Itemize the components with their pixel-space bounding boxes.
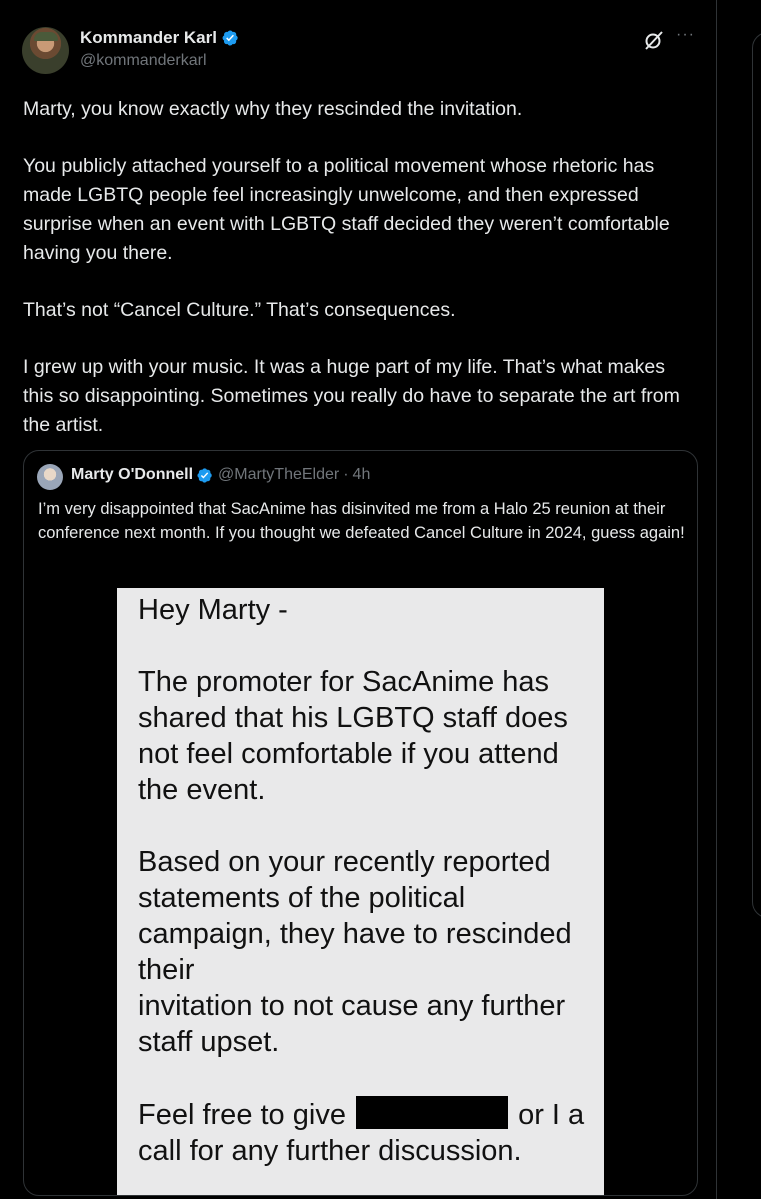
letter-screenshot-image[interactable]: Hey Marty - The promoter for SacAnime ha… bbox=[117, 588, 604, 1195]
separator-dot: · bbox=[343, 466, 349, 483]
quoted-author-avatar[interactable] bbox=[37, 464, 63, 490]
letter-line: Based on your recently reported statemen… bbox=[138, 846, 572, 986]
letter-paragraph: The promoter for SacAnime has shared tha… bbox=[138, 666, 568, 806]
tweet-paragraph: Marty, you know exactly why they rescind… bbox=[23, 98, 523, 120]
author-handle[interactable]: @kommanderkarl bbox=[80, 52, 207, 70]
quoted-tweet-header: Marty O'Donnell @MartyTheElder · 4h bbox=[71, 466, 370, 484]
tweet-paragraph: I grew up with your music. It was a huge… bbox=[23, 356, 680, 436]
redaction-bar bbox=[356, 1096, 509, 1129]
grok-icon[interactable] bbox=[643, 29, 665, 51]
letter-text-fragment: call for any further discussion. bbox=[138, 1135, 522, 1167]
verified-badge-icon bbox=[221, 29, 239, 47]
quoted-author-handle[interactable]: @MartyTheElder bbox=[218, 466, 339, 484]
letter-text-fragment: or I a bbox=[518, 1099, 585, 1131]
letter-paragraph: Based on your recently reported statemen… bbox=[138, 844, 598, 1060]
author-display-name[interactable]: Kommander Karl bbox=[80, 28, 217, 48]
tweet-paragraph: That’s not “Cancel Culture.” That’s cons… bbox=[23, 298, 456, 321]
verified-badge-icon bbox=[196, 467, 213, 484]
tweet-text: Marty, you know exactly why they rescind… bbox=[23, 95, 693, 468]
letter-text: Hey Marty - The promoter for SacAnime ha… bbox=[138, 592, 598, 1195]
tweet[interactable]: Kommander Karl @kommanderkarl ··· Marty,… bbox=[0, 0, 716, 1199]
more-options-icon[interactable]: ··· bbox=[676, 26, 695, 44]
letter-line: invitation to not cause any further staf… bbox=[138, 990, 566, 1058]
letter-text-fragment: Feel free to give bbox=[138, 1099, 346, 1131]
sidebar-card-edge bbox=[752, 32, 761, 918]
letter-paragraph: Feel free to give or I a call for any fu… bbox=[138, 1096, 598, 1169]
quoted-author-name[interactable]: Marty O'Donnell bbox=[71, 466, 193, 484]
author-name-row: Kommander Karl bbox=[80, 28, 239, 48]
quoted-tweet-time[interactable]: 4h bbox=[353, 466, 371, 484]
quoted-tweet[interactable]: Marty O'Donnell @MartyTheElder · 4h I’m … bbox=[23, 450, 698, 1196]
letter-greeting: Hey Marty - bbox=[138, 594, 288, 626]
quoted-tweet-text: I’m very disappointed that SacAnime has … bbox=[38, 500, 685, 542]
column-divider bbox=[716, 0, 717, 1199]
author-avatar[interactable] bbox=[22, 27, 69, 74]
tweet-paragraph: You publicly attached yourself to a poli… bbox=[23, 155, 670, 264]
